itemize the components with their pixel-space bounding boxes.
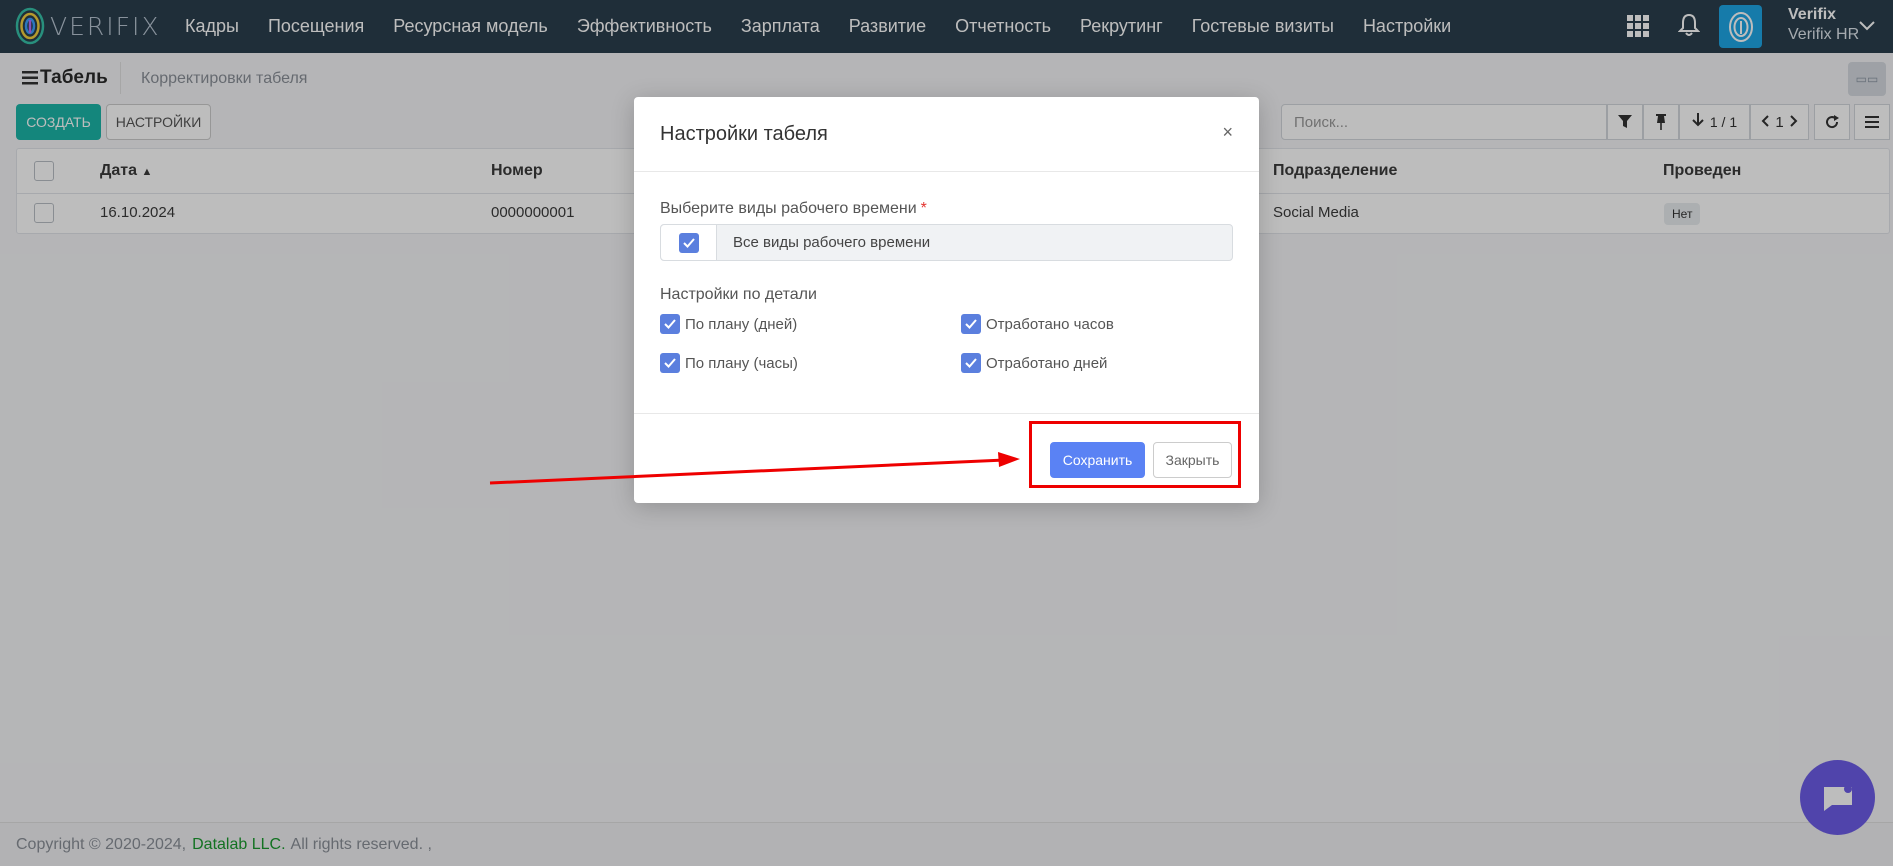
check-icon [678,232,699,253]
option-worked-days[interactable]: Отработано дней [961,353,1107,373]
work-time-types-label: Выберите виды рабочего времени * [660,200,927,218]
select-all-types-checkbox[interactable] [661,225,717,260]
checkbox-checked-icon[interactable] [961,353,981,373]
work-time-types-label-text: Выберите виды рабочего времени [660,200,917,217]
option-plan-days[interactable]: По плану (дней) [660,314,797,334]
close-icon[interactable]: × [1222,122,1233,143]
checkbox-checked-icon[interactable] [660,314,680,334]
modal-header: Настройки табеля × [634,97,1259,172]
modal-footer-divider [634,413,1259,414]
detail-settings-label: Настройки по детали [660,286,817,303]
option-label: Отработано дней [986,354,1108,372]
checkbox-checked-icon[interactable] [660,353,680,373]
option-plan-hours[interactable]: По плану (часы) [660,353,798,373]
required-marker: * [920,200,927,217]
option-label: По плану (часы) [685,354,798,372]
option-label: Отработано часов [986,315,1114,333]
modal-title: Настройки табеля [660,123,828,145]
work-time-types-select[interactable]: Все виды рабочего времени [660,224,1233,261]
option-label: По плану (дней) [685,315,798,333]
annotation-highlight-box [1029,421,1241,488]
checkbox-checked-icon[interactable] [961,314,981,334]
option-worked-hours[interactable]: Отработано часов [961,314,1114,334]
select-value: Все виды рабочего времени [733,234,931,251]
